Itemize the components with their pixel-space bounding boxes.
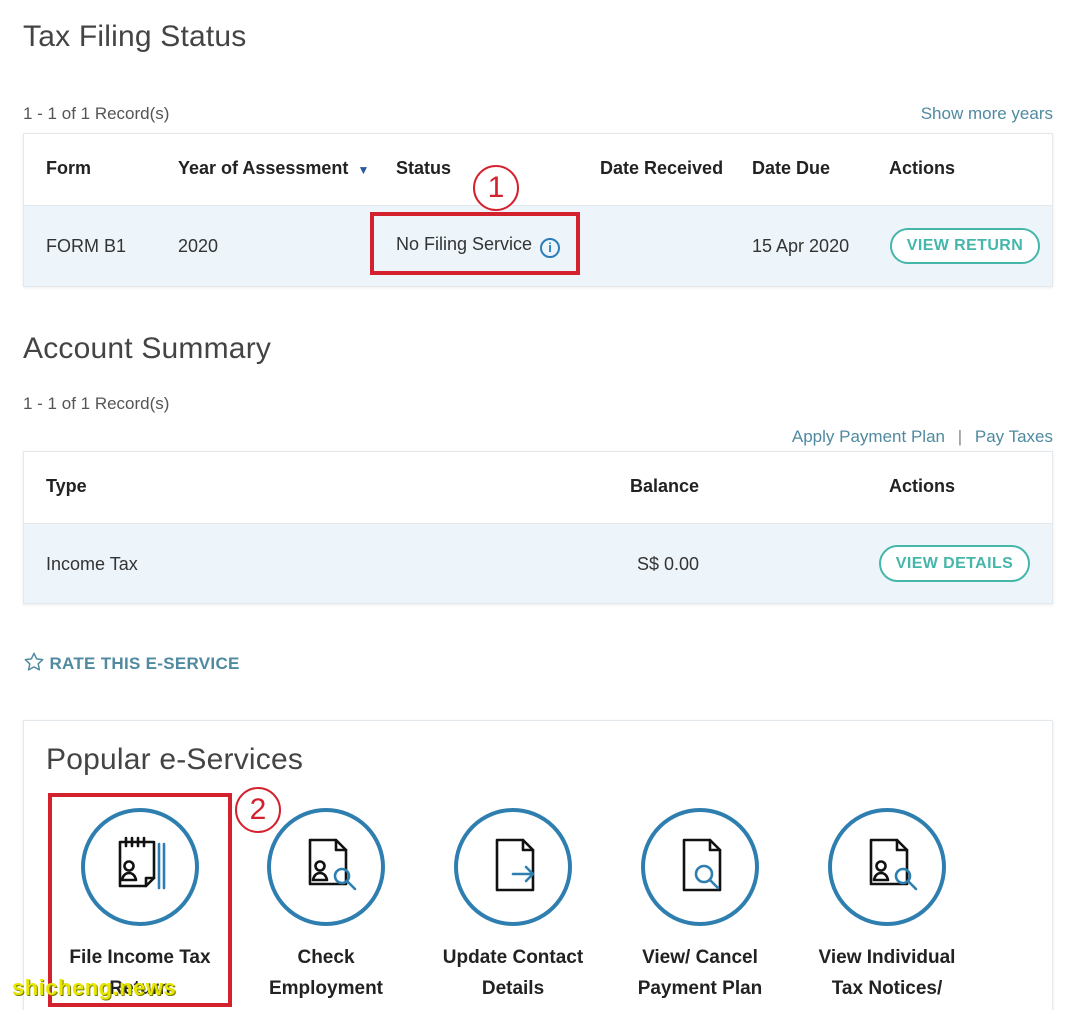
- payment-plan-icon: [641, 808, 759, 926]
- apply-payment-plan-link[interactable]: Apply Payment Plan: [792, 427, 945, 446]
- watermark: shicheng.news: [12, 975, 177, 1000]
- annotation-box-1: [370, 212, 580, 275]
- row-type: Income Tax: [46, 554, 138, 574]
- account-summary-table: Type Balance Actions Income Tax S$ 0.00 …: [23, 451, 1053, 604]
- tax-filing-title: Tax Filing Status: [23, 20, 247, 53]
- row-date-due: 15 Apr 2020: [752, 236, 850, 256]
- show-more-years-link[interactable]: Show more years: [921, 104, 1053, 124]
- col-balance: Balance: [630, 476, 700, 496]
- account-summary-links: Apply Payment Plan | Pay Taxes: [792, 427, 1053, 447]
- col-status: Status: [396, 158, 452, 178]
- col-date-received: Date Received: [600, 158, 724, 178]
- sort-arrow-icon: ▼: [357, 163, 370, 177]
- tax-filing-record-count: 1 - 1 of 1 Record(s): [23, 104, 170, 123]
- tax-notices-icon: [828, 808, 946, 926]
- rate-e-service-label: RATE THIS E-SERVICE: [49, 654, 240, 673]
- pay-taxes-link[interactable]: Pay Taxes: [975, 427, 1053, 446]
- col-actions: Actions: [889, 158, 956, 178]
- service-label: Update Contact Details: [442, 947, 584, 999]
- service-label: View Individual Tax Notices/: [818, 947, 956, 999]
- rate-e-service-link[interactable]: RATE THIS E-SERVICE: [23, 651, 240, 674]
- annotation-marker-1: 1: [473, 165, 519, 211]
- col-type: Type: [46, 476, 87, 496]
- col-date-due: Date Due: [752, 158, 831, 178]
- check-employment-icon: [267, 808, 385, 926]
- row-form: FORM B1: [46, 236, 127, 256]
- account-summary-record-count: 1 - 1 of 1 Record(s): [23, 394, 170, 413]
- link-separator: |: [957, 427, 963, 446]
- tax-filing-table-header: Form Year of Assessment ▼ Status Date Re…: [24, 134, 1052, 206]
- account-summary-table-header: Type Balance Actions: [24, 452, 1052, 524]
- col-year-of-assessment[interactable]: Year of Assessment ▼: [178, 158, 369, 179]
- account-summary-title: Account Summary: [23, 332, 272, 365]
- service-view-individual-tax-notices[interactable]: View Individual Tax Notices/: [792, 800, 982, 1010]
- annotation-marker-2: 2: [235, 787, 281, 833]
- row-balance: S$ 0.00: [637, 554, 700, 574]
- service-label: View/ Cancel Payment Plan: [637, 947, 763, 999]
- view-return-button[interactable]: VIEW RETURN: [890, 228, 1040, 264]
- col-actions: Actions: [889, 476, 956, 496]
- row-year: 2020: [178, 236, 219, 256]
- col-form: Form: [46, 158, 91, 178]
- service-update-contact-details[interactable]: Update Contact Details: [418, 800, 608, 1010]
- star-icon: [24, 652, 44, 671]
- update-contact-icon: [454, 808, 572, 926]
- table-row: Income Tax S$ 0.00 VIEW DETAILS: [24, 524, 1052, 603]
- popular-e-services-title: Popular e-Services: [46, 743, 304, 776]
- service-view-cancel-payment-plan[interactable]: View/ Cancel Payment Plan: [605, 800, 795, 1010]
- service-label: Check Employment: [268, 947, 384, 999]
- col-year-label: Year of Assessment: [178, 158, 349, 178]
- view-details-button[interactable]: VIEW DETAILS: [879, 545, 1030, 582]
